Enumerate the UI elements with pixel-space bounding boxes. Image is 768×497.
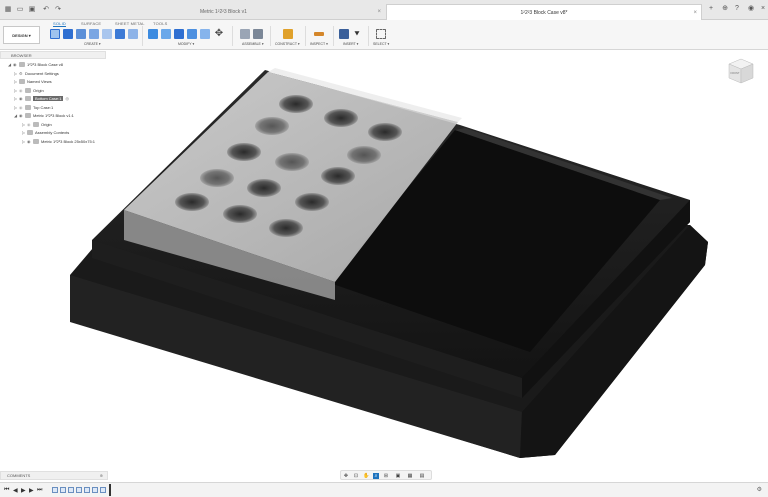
grid-settings-icon[interactable]: ▦ xyxy=(407,473,413,479)
fusion-window: ▦ ▭ ▣ ↶ ↷ Metric 1²2²3 Block v1 × 1²2²3 … xyxy=(0,0,768,497)
timeline-feature-icon[interactable] xyxy=(60,487,66,493)
timeline: ⏮ ◀ ▶ ▶ ⏭ ⚙ xyxy=(0,482,768,497)
fit-icon[interactable]: ⊞ xyxy=(383,473,389,479)
comments-title: COMMENTS xyxy=(7,473,31,478)
timeline-forward-button[interactable]: ▶ xyxy=(29,487,34,494)
timeline-feature-icon[interactable] xyxy=(92,487,98,493)
timeline-settings-icon[interactable]: ⚙ xyxy=(757,486,762,493)
timeline-play-button[interactable]: ▶ xyxy=(21,487,26,494)
navigation-bar: ✥ ⊡ ✋ ⌕ ⊞ ▣ ▦ ▤ xyxy=(340,470,432,480)
timeline-feature-icon[interactable] xyxy=(100,487,106,493)
timeline-back-button[interactable]: ◀ xyxy=(13,487,18,494)
timeline-feature-icon[interactable] xyxy=(84,487,90,493)
timeline-feature-icon[interactable] xyxy=(68,487,74,493)
timeline-start-button[interactable]: ⏮ xyxy=(4,487,9,494)
look-at-icon[interactable]: ⊡ xyxy=(353,473,359,479)
viewports-icon[interactable]: ▤ xyxy=(419,473,425,479)
viewport-canvas[interactable] xyxy=(0,0,768,497)
timeline-feature-icon[interactable] xyxy=(52,487,58,493)
zoom-icon[interactable]: ⌕ xyxy=(373,473,379,479)
pan-icon[interactable]: ✋ xyxy=(363,473,369,479)
add-comment-icon[interactable]: ⊕ xyxy=(100,472,103,480)
display-settings-icon[interactable]: ▣ xyxy=(395,473,401,479)
timeline-feature-icon[interactable] xyxy=(76,487,82,493)
comments-panel[interactable]: COMMENTS ⊕ xyxy=(0,471,108,480)
viewcube-face-label: FRONT xyxy=(731,71,740,75)
viewcube[interactable]: FRONT xyxy=(726,56,756,86)
timeline-marker[interactable] xyxy=(109,484,111,496)
orbit-icon[interactable]: ✥ xyxy=(343,473,349,479)
timeline-end-button[interactable]: ⏭ xyxy=(37,487,42,494)
